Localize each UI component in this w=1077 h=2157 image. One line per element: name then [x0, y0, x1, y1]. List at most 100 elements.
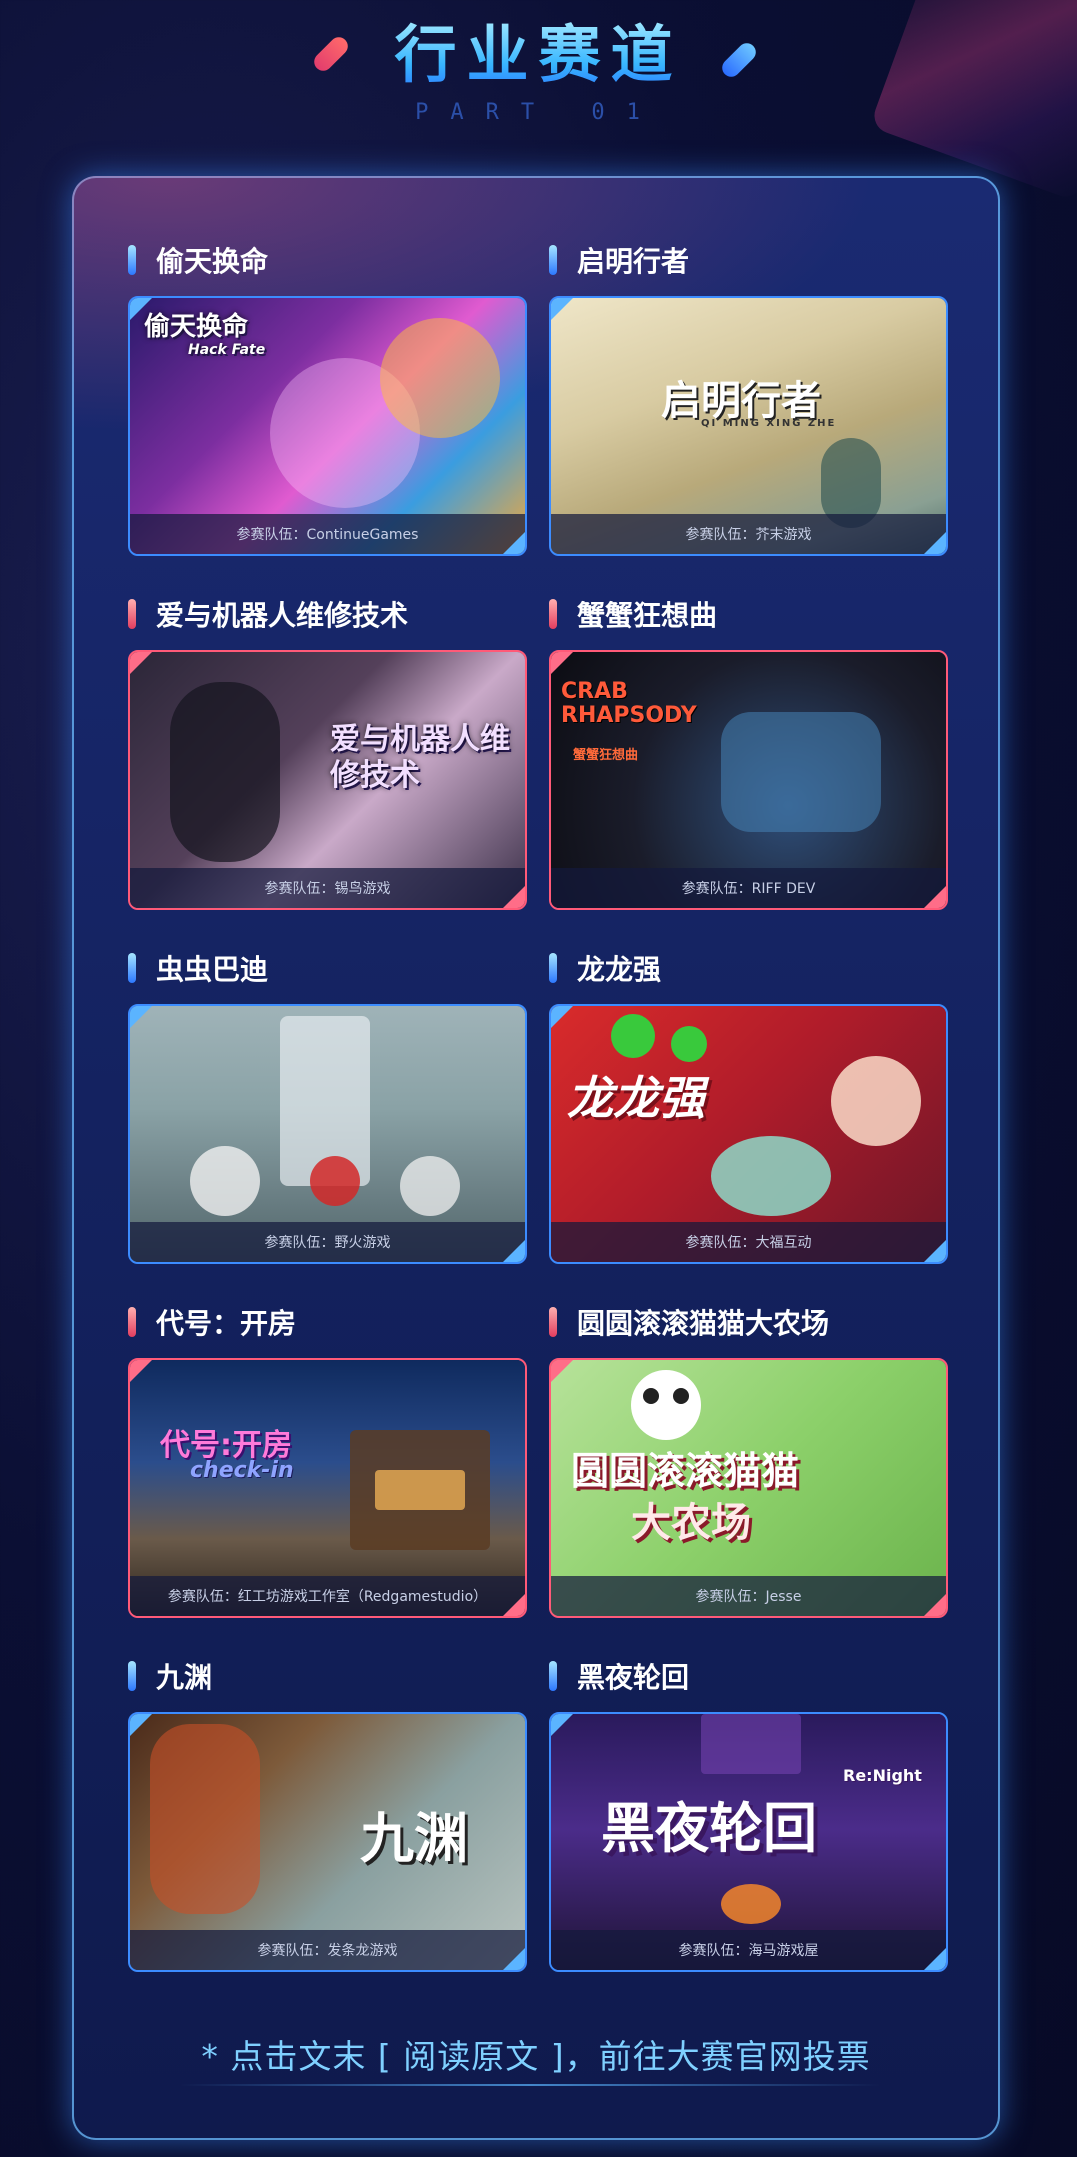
- game-title: 九渊: [156, 1661, 213, 1694]
- game-card[interactable]: 代号:开房 check-in 参赛队伍：红工坊游戏工作室（Redgamestud…: [128, 1358, 527, 1618]
- game-title: 黑夜轮回: [577, 1661, 690, 1694]
- team-caption: 参赛队伍：芥末游戏: [551, 514, 946, 554]
- game-card[interactable]: CRAB RHAPSODY 蟹蟹狂想曲 参赛队伍：RIFF DEV: [549, 650, 948, 910]
- game-item: 黑夜轮回 黑夜轮回 Re:Night 参赛队伍：海马游戏屋: [549, 1656, 948, 2010]
- game-logo: 黑夜轮回: [601, 1797, 817, 1860]
- footer-underline: [180, 2084, 880, 2086]
- team-caption: 参赛队伍：野火游戏: [130, 1222, 525, 1262]
- team-caption: 参赛队伍：红工坊游戏工作室（Redgamestudio）: [130, 1576, 525, 1616]
- game-card[interactable]: 爱与机器人维修技术 参赛队伍：锡鸟游戏: [128, 650, 527, 910]
- game-item: 代号：开房 代号:开房 check-in 参赛队伍：红工坊游戏工作室（Redga…: [128, 1302, 527, 1656]
- game-title-row: 启明行者: [549, 240, 944, 280]
- team-caption: 参赛队伍：大福互动: [551, 1222, 946, 1262]
- game-logo-subtitle: check-in: [190, 1458, 294, 1483]
- card-corner-accent: [551, 1714, 573, 1736]
- title-accent-bar: [549, 1661, 557, 1691]
- game-title: 偷天换命: [156, 245, 269, 278]
- game-title: 启明行者: [577, 245, 690, 278]
- game-item: 九渊 九渊 参赛队伍：发条龙游戏: [128, 1656, 527, 2010]
- game-logo: 爱与机器人维修技术: [330, 722, 510, 793]
- card-corner-accent: [503, 886, 525, 908]
- game-logo: 偷天换命: [144, 312, 249, 342]
- card-corner-accent: [924, 1240, 946, 1262]
- game-title-row: 九渊: [128, 1656, 523, 1696]
- game-title-row: 黑夜轮回: [549, 1656, 944, 1696]
- section-subtitle: PART 01: [415, 100, 662, 125]
- title-accent-bar: [549, 1307, 557, 1337]
- game-logo: CRAB RHAPSODY: [561, 679, 697, 728]
- section-header: 行业赛道 PART 01: [0, 10, 1077, 125]
- card-corner-accent: [551, 652, 573, 674]
- game-card[interactable]: 黑夜轮回 Re:Night 参赛队伍：海马游戏屋: [549, 1712, 948, 1972]
- card-corner-accent: [130, 298, 152, 320]
- card-corner-accent: [551, 1360, 573, 1382]
- title-accent-bar: [128, 1661, 136, 1691]
- title-accent-bar: [128, 599, 136, 629]
- game-item: 虫虫巴迪 参赛队伍：野火游戏: [128, 948, 527, 1302]
- card-corner-accent: [551, 1006, 573, 1028]
- game-logo: 圆圆滚滚猫猫: [571, 1449, 800, 1493]
- game-card[interactable]: 圆圆滚滚猫猫 大农场 参赛队伍：Jesse: [549, 1358, 948, 1618]
- game-item: 爱与机器人维修技术 爱与机器人维修技术 参赛队伍：锡鸟游戏: [128, 594, 527, 948]
- game-item: 偷天换命 偷天换命 Hack Fate 参赛队伍：ContinueGames: [128, 240, 527, 594]
- title-accent-bar: [549, 953, 557, 983]
- game-title: 圆圆滚滚猫猫大农场: [577, 1307, 830, 1340]
- game-logo-subtitle: 大农场: [631, 1500, 751, 1546]
- card-corner-accent: [503, 532, 525, 554]
- game-title-row: 偷天换命: [128, 240, 523, 280]
- game-title-row: 爱与机器人维修技术: [128, 594, 523, 634]
- game-item: 圆圆滚滚猫猫大农场 圆圆滚滚猫猫 大农场 参赛队伍：Jesse: [549, 1302, 948, 1656]
- game-item: 蟹蟹狂想曲 CRAB RHAPSODY 蟹蟹狂想曲 参赛队伍：RIFF DEV: [549, 594, 948, 948]
- games-panel: 偷天换命 偷天换命 Hack Fate 参赛队伍：ContinueGames 启…: [72, 176, 1000, 2140]
- read-original-note[interactable]: * 点击文末 [ 阅读原文 ]，前往大赛官网投票: [72, 2030, 1000, 2078]
- title-accent-bar: [549, 245, 557, 275]
- card-corner-accent: [130, 1360, 152, 1382]
- card-corner-accent: [503, 1240, 525, 1262]
- game-card[interactable]: 龙龙强 参赛队伍：大福互动: [549, 1004, 948, 1264]
- card-corner-accent: [503, 1948, 525, 1970]
- game-logo: 九渊: [360, 1807, 468, 1870]
- team-caption: 参赛队伍：海马游戏屋: [551, 1930, 946, 1970]
- game-card[interactable]: 九渊 参赛队伍：发条龙游戏: [128, 1712, 527, 1972]
- title-accent-bar: [128, 953, 136, 983]
- game-title: 蟹蟹狂想曲: [577, 599, 718, 632]
- game-logo-subtitle: QI MING XING ZHE: [701, 418, 837, 429]
- title-accent-bar: [128, 1307, 136, 1337]
- team-caption: 参赛队伍：RIFF DEV: [551, 868, 946, 908]
- team-caption: 参赛队伍：发条龙游戏: [130, 1930, 525, 1970]
- game-item: 启明行者 启明行者 QI MING XING ZHE 参赛队伍：芥末游戏: [549, 240, 948, 594]
- card-corner-accent: [130, 1714, 152, 1736]
- card-corner-accent: [924, 1948, 946, 1970]
- game-card[interactable]: 启明行者 QI MING XING ZHE 参赛队伍：芥末游戏: [549, 296, 948, 556]
- game-card[interactable]: 偷天换命 Hack Fate 参赛队伍：ContinueGames: [128, 296, 527, 556]
- games-grid: 偷天换命 偷天换命 Hack Fate 参赛队伍：ContinueGames 启…: [128, 240, 948, 2010]
- title-accent-bar: [128, 245, 136, 275]
- card-corner-accent: [503, 1594, 525, 1616]
- card-corner-accent: [551, 298, 573, 320]
- card-corner-accent: [130, 1006, 152, 1028]
- game-title-row: 龙龙强: [549, 948, 944, 988]
- team-caption: 参赛队伍：ContinueGames: [130, 514, 525, 554]
- title-accent-bar: [549, 599, 557, 629]
- team-caption: 参赛队伍：Jesse: [551, 1576, 946, 1616]
- card-corner-accent: [924, 1594, 946, 1616]
- game-title: 爱与机器人维修技术: [156, 599, 409, 632]
- section-title: 行业赛道: [0, 10, 1077, 100]
- game-title-row: 虫虫巴迪: [128, 948, 523, 988]
- game-card[interactable]: 参赛队伍：野火游戏: [128, 1004, 527, 1264]
- game-title-row: 圆圆滚滚猫猫大农场: [549, 1302, 944, 1342]
- game-title: 代号：开房: [156, 1307, 297, 1340]
- game-title: 龙龙强: [577, 953, 662, 986]
- game-logo-subtitle: Hack Fate: [188, 342, 266, 358]
- game-logo-subtitle: 蟹蟹狂想曲: [573, 748, 639, 763]
- card-corner-accent: [924, 532, 946, 554]
- team-caption: 参赛队伍：锡鸟游戏: [130, 868, 525, 908]
- game-item: 龙龙强 龙龙强 参赛队伍：大福互动: [549, 948, 948, 1302]
- game-title-row: 蟹蟹狂想曲: [549, 594, 944, 634]
- game-title: 虫虫巴迪: [156, 953, 269, 986]
- game-title-row: 代号：开房: [128, 1302, 523, 1342]
- game-logo: 龙龙强: [567, 1071, 705, 1125]
- card-corner-accent: [130, 652, 152, 674]
- game-logo-subtitle: Re:Night: [843, 1766, 922, 1785]
- card-corner-accent: [924, 886, 946, 908]
